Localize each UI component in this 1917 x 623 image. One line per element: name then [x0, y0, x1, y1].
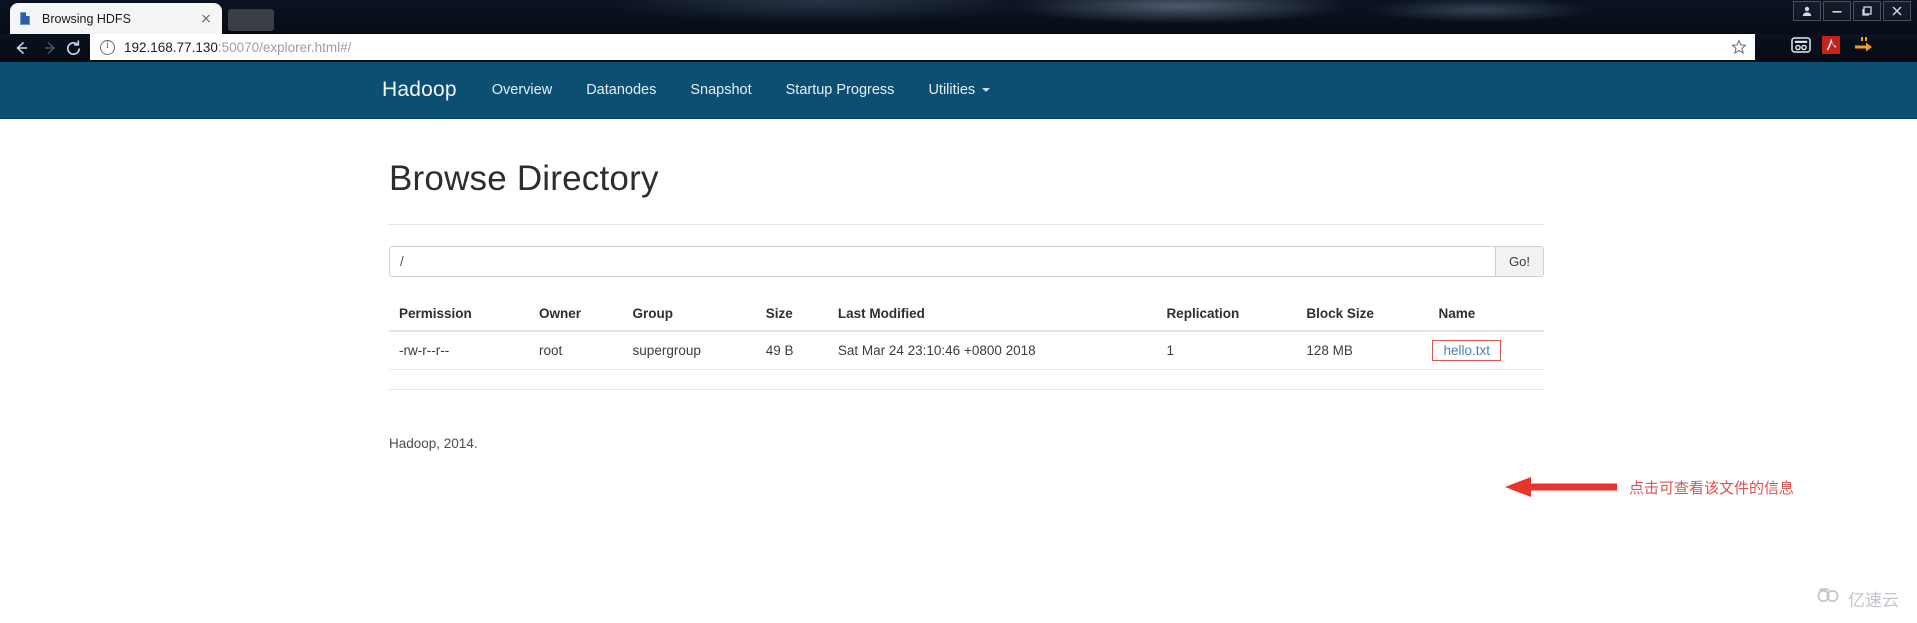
file-listing-table: Permission Owner Group Size Last Modifie…: [389, 298, 1544, 370]
nav-item-overview[interactable]: Overview: [475, 82, 569, 98]
column-header-last-modified[interactable]: Last Modified: [827, 298, 1157, 332]
caret-down-icon: [982, 88, 991, 92]
cell-replication: 1: [1156, 331, 1297, 370]
url-host: 192.168.77.130: [124, 39, 218, 55]
cloud-icon: [1816, 587, 1842, 610]
brand-hadoop[interactable]: Hadoop: [382, 78, 475, 102]
column-header-permission[interactable]: Permission: [389, 298, 529, 332]
back-arrow-icon[interactable]: [8, 36, 34, 60]
cell-size: 49 B: [755, 331, 828, 370]
nav-item-snapshot[interactable]: Snapshot: [673, 82, 768, 98]
reload-icon[interactable]: [60, 36, 86, 60]
minimize-button[interactable]: [1823, 1, 1851, 21]
annotation-text: 点击可查看该文件的信息: [1629, 478, 1795, 497]
new-tab-button[interactable]: [228, 9, 274, 31]
nav-item-startup-progress[interactable]: Startup Progress: [769, 82, 912, 98]
cell-last-modified: Sat Mar 24 23:10:46 +0800 2018: [827, 331, 1157, 370]
address-bar[interactable]: 192.168.77.130:50070/explorer.html#/: [90, 34, 1755, 60]
extension-icon[interactable]: [1790, 35, 1812, 57]
column-header-block-size[interactable]: Block Size: [1296, 298, 1429, 332]
column-header-name[interactable]: Name: [1428, 298, 1544, 332]
nav-item-utilities-label: Utilities: [928, 82, 976, 98]
cell-name: hello.txt: [1428, 331, 1544, 370]
hadoop-navbar: Hadoop Overview Datanodes Snapshot Start…: [0, 62, 1917, 119]
go-button[interactable]: Go!: [1495, 247, 1543, 276]
browser-toolbar: 192.168.77.130:50070/explorer.html#/: [0, 34, 1917, 62]
address-bar-url: 192.168.77.130:50070/explorer.html#/: [124, 40, 1729, 55]
nav-item-utilities[interactable]: Utilities: [911, 82, 1007, 98]
page-title: Browse Directory: [389, 159, 659, 198]
close-window-button[interactable]: [1883, 1, 1911, 21]
column-header-replication[interactable]: Replication: [1156, 298, 1297, 332]
column-header-owner[interactable]: Owner: [528, 298, 623, 332]
screen: Browsing HDFS i 192.168.77.130:50070/exp…: [0, 0, 1917, 623]
document-icon: [18, 11, 34, 27]
path-input-group: Go!: [389, 246, 1544, 277]
title-divider: [389, 224, 1544, 225]
annotation: 点击可查看该文件的信息: [1505, 474, 1794, 500]
extension-icons: [1790, 35, 1874, 57]
name-highlight-box: hello.txt: [1432, 340, 1501, 361]
tab-strip: Browsing HDFS: [0, 0, 1917, 34]
footer-divider: [389, 389, 1544, 390]
profile-button[interactable]: [1793, 1, 1821, 21]
cell-owner: root: [528, 331, 623, 370]
window-controls: [1793, 1, 1911, 21]
file-link-hello-txt[interactable]: hello.txt: [1443, 343, 1490, 358]
cell-group: supergroup: [622, 331, 756, 370]
footer-note: Hadoop, 2014.: [389, 436, 478, 451]
close-icon[interactable]: [198, 11, 214, 27]
watermark-text: 亿速云: [1848, 591, 1899, 611]
download-arrow-icon[interactable]: [1852, 35, 1874, 57]
column-header-group[interactable]: Group: [622, 298, 756, 332]
tab-title: Browsing HDFS: [42, 11, 131, 26]
maximize-button[interactable]: [1853, 1, 1881, 21]
watermark: 亿速云: [1816, 586, 1899, 611]
browser-tab[interactable]: Browsing HDFS: [10, 3, 222, 34]
nav-item-datanodes[interactable]: Datanodes: [569, 82, 673, 98]
adobe-pdf-icon[interactable]: [1821, 35, 1843, 57]
table-header-row: Permission Owner Group Size Last Modifie…: [389, 298, 1544, 332]
content-container: Browse Directory Go! Permission Owner Gr…: [389, 119, 1544, 451]
info-circle-icon[interactable]: [100, 39, 115, 55]
cell-block-size: 128 MB: [1296, 331, 1429, 370]
star-icon[interactable]: [1729, 37, 1749, 57]
url-path: :50070/explorer.html#/: [217, 39, 352, 55]
cell-permission: -rw-r--r--: [389, 331, 529, 370]
page-body: Browse Directory Go! Permission Owner Gr…: [0, 119, 1917, 623]
left-arrow-icon: [1505, 474, 1617, 500]
path-input[interactable]: [390, 247, 1495, 276]
column-header-size[interactable]: Size: [755, 298, 828, 332]
table-row: -rw-r--r-- root supergroup 49 B Sat Mar …: [389, 331, 1544, 370]
